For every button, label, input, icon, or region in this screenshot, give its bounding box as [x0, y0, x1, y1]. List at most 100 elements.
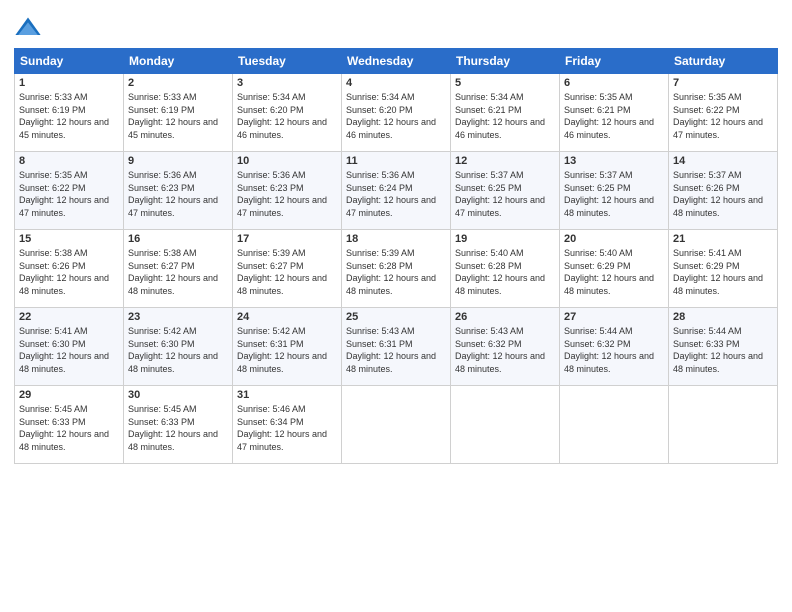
day-number: 13 [564, 155, 664, 167]
day-info: Sunrise: 5:37 AM Sunset: 6:25 PM Dayligh… [564, 169, 664, 219]
calendar-cell: 13 Sunrise: 5:37 AM Sunset: 6:25 PM Dayli… [560, 152, 669, 230]
day-info: Sunrise: 5:44 AM Sunset: 6:32 PM Dayligh… [564, 325, 664, 375]
day-number: 28 [673, 311, 773, 323]
day-info: Sunrise: 5:34 AM Sunset: 6:20 PM Dayligh… [237, 91, 337, 141]
day-info: Sunrise: 5:39 AM Sunset: 6:28 PM Dayligh… [346, 247, 446, 297]
calendar-cell: 21 Sunrise: 5:41 AM Sunset: 6:29 PM Dayli… [669, 230, 778, 308]
day-info: Sunrise: 5:45 AM Sunset: 6:33 PM Dayligh… [128, 403, 228, 453]
day-info: Sunrise: 5:34 AM Sunset: 6:21 PM Dayligh… [455, 91, 555, 141]
day-number: 16 [128, 233, 228, 245]
day-info: Sunrise: 5:37 AM Sunset: 6:26 PM Dayligh… [673, 169, 773, 219]
day-number: 5 [455, 77, 555, 89]
calendar-cell [560, 386, 669, 464]
calendar-cell: 11 Sunrise: 5:36 AM Sunset: 6:24 PM Dayli… [342, 152, 451, 230]
day-number: 19 [455, 233, 555, 245]
day-info: Sunrise: 5:45 AM Sunset: 6:33 PM Dayligh… [19, 403, 119, 453]
calendar-cell: 30 Sunrise: 5:45 AM Sunset: 6:33 PM Dayli… [124, 386, 233, 464]
day-number: 4 [346, 77, 446, 89]
day-number: 25 [346, 311, 446, 323]
calendar-cell: 2Sunrise: 5:33 AM Sunset: 6:19 PM Daylig… [124, 74, 233, 152]
day-number: 18 [346, 233, 446, 245]
calendar-week-1: 1 Sunrise: 5:33 AM Sunset: 6:19 PM Daylig… [15, 74, 778, 152]
day-info: Sunrise: 5:38 AM Sunset: 6:27 PM Dayligh… [128, 247, 228, 297]
calendar-cell: 14Sunrise: 5:37 AM Sunset: 6:26 PM Dayli… [669, 152, 778, 230]
calendar-week-3: 15 Sunrise: 5:38 AM Sunset: 6:26 PM Dayli… [15, 230, 778, 308]
calendar-cell: 1 Sunrise: 5:33 AM Sunset: 6:19 PM Daylig… [15, 74, 124, 152]
day-header-sunday: Sunday [15, 49, 124, 74]
day-number: 23 [128, 311, 228, 323]
day-header-wednesday: Wednesday [342, 49, 451, 74]
logo-icon [14, 14, 42, 42]
day-info: Sunrise: 5:41 AM Sunset: 6:29 PM Dayligh… [673, 247, 773, 297]
day-number: 12 [455, 155, 555, 167]
calendar-week-5: 29 Sunrise: 5:45 AM Sunset: 6:33 PM Dayli… [15, 386, 778, 464]
calendar-cell: 4 Sunrise: 5:34 AM Sunset: 6:20 PM Daylig… [342, 74, 451, 152]
calendar-cell: 10Sunrise: 5:36 AM Sunset: 6:23 PM Dayli… [233, 152, 342, 230]
day-info: Sunrise: 5:40 AM Sunset: 6:28 PM Dayligh… [455, 247, 555, 297]
day-number: 2 [128, 77, 228, 89]
calendar-cell: 6 Sunrise: 5:35 AM Sunset: 6:21 PM Daylig… [560, 74, 669, 152]
day-info: Sunrise: 5:43 AM Sunset: 6:31 PM Dayligh… [346, 325, 446, 375]
calendar-cell [669, 386, 778, 464]
header [14, 10, 778, 42]
day-info: Sunrise: 5:37 AM Sunset: 6:25 PM Dayligh… [455, 169, 555, 219]
calendar-cell: 23 Sunrise: 5:42 AM Sunset: 6:30 PM Dayli… [124, 308, 233, 386]
day-number: 9 [128, 155, 228, 167]
calendar-cell: 22 Sunrise: 5:41 AM Sunset: 6:30 PM Dayli… [15, 308, 124, 386]
calendar-cell: 19 Sunrise: 5:40 AM Sunset: 6:28 PM Dayli… [451, 230, 560, 308]
day-number: 6 [564, 77, 664, 89]
day-info: Sunrise: 5:46 AM Sunset: 6:34 PM Dayligh… [237, 403, 337, 453]
day-info: Sunrise: 5:38 AM Sunset: 6:26 PM Dayligh… [19, 247, 119, 297]
day-info: Sunrise: 5:33 AM Sunset: 6:19 PM Dayligh… [19, 91, 119, 141]
calendar-cell: 20 Sunrise: 5:40 AM Sunset: 6:29 PM Dayli… [560, 230, 669, 308]
day-number: 30 [128, 389, 228, 401]
day-header-thursday: Thursday [451, 49, 560, 74]
day-number: 3 [237, 77, 337, 89]
day-info: Sunrise: 5:35 AM Sunset: 6:21 PM Dayligh… [564, 91, 664, 141]
day-number: 22 [19, 311, 119, 323]
day-number: 21 [673, 233, 773, 245]
day-number: 1 [19, 77, 119, 89]
calendar-cell: 29 Sunrise: 5:45 AM Sunset: 6:33 PM Dayli… [15, 386, 124, 464]
day-info: Sunrise: 5:40 AM Sunset: 6:29 PM Dayligh… [564, 247, 664, 297]
day-info: Sunrise: 5:36 AM Sunset: 6:24 PM Dayligh… [346, 169, 446, 219]
calendar-cell [342, 386, 451, 464]
day-header-saturday: Saturday [669, 49, 778, 74]
day-number: 7 [673, 77, 773, 89]
day-number: 27 [564, 311, 664, 323]
calendar-cell: 31 Sunrise: 5:46 AM Sunset: 6:34 PM Dayli… [233, 386, 342, 464]
calendar-cell: 28 Sunrise: 5:44 AM Sunset: 6:33 PM Dayli… [669, 308, 778, 386]
calendar-cell: 12 Sunrise: 5:37 AM Sunset: 6:25 PM Dayli… [451, 152, 560, 230]
calendar-cell: 27 Sunrise: 5:44 AM Sunset: 6:32 PM Dayli… [560, 308, 669, 386]
page: SundayMondayTuesdayWednesdayThursdayFrid… [0, 0, 792, 612]
calendar-cell: 15 Sunrise: 5:38 AM Sunset: 6:26 PM Dayli… [15, 230, 124, 308]
day-number: 15 [19, 233, 119, 245]
calendar-cell [451, 386, 560, 464]
calendar-cell: 17Sunrise: 5:39 AM Sunset: 6:27 PM Dayli… [233, 230, 342, 308]
day-info: Sunrise: 5:35 AM Sunset: 6:22 PM Dayligh… [19, 169, 119, 219]
day-number: 8 [19, 155, 119, 167]
day-info: Sunrise: 5:39 AM Sunset: 6:27 PM Dayligh… [237, 247, 337, 297]
day-info: Sunrise: 5:34 AM Sunset: 6:20 PM Dayligh… [346, 91, 446, 141]
calendar-table: SundayMondayTuesdayWednesdayThursdayFrid… [14, 48, 778, 464]
day-number: 10 [237, 155, 337, 167]
calendar-cell: 8 Sunrise: 5:35 AM Sunset: 6:22 PM Daylig… [15, 152, 124, 230]
calendar-week-2: 8 Sunrise: 5:35 AM Sunset: 6:22 PM Daylig… [15, 152, 778, 230]
day-number: 11 [346, 155, 446, 167]
day-info: Sunrise: 5:42 AM Sunset: 6:30 PM Dayligh… [128, 325, 228, 375]
calendar-cell: 16 Sunrise: 5:38 AM Sunset: 6:27 PM Dayli… [124, 230, 233, 308]
day-header-friday: Friday [560, 49, 669, 74]
calendar-week-4: 22 Sunrise: 5:41 AM Sunset: 6:30 PM Dayli… [15, 308, 778, 386]
day-info: Sunrise: 5:44 AM Sunset: 6:33 PM Dayligh… [673, 325, 773, 375]
day-number: 29 [19, 389, 119, 401]
day-number: 31 [237, 389, 337, 401]
calendar-cell: 24Sunrise: 5:42 AM Sunset: 6:31 PM Dayli… [233, 308, 342, 386]
day-header-monday: Monday [124, 49, 233, 74]
logo [14, 14, 46, 42]
day-info: Sunrise: 5:36 AM Sunset: 6:23 PM Dayligh… [128, 169, 228, 219]
calendar-cell: 26Sunrise: 5:43 AM Sunset: 6:32 PM Dayli… [451, 308, 560, 386]
header-row: SundayMondayTuesdayWednesdayThursdayFrid… [15, 49, 778, 74]
day-number: 20 [564, 233, 664, 245]
day-header-tuesday: Tuesday [233, 49, 342, 74]
day-info: Sunrise: 5:41 AM Sunset: 6:30 PM Dayligh… [19, 325, 119, 375]
